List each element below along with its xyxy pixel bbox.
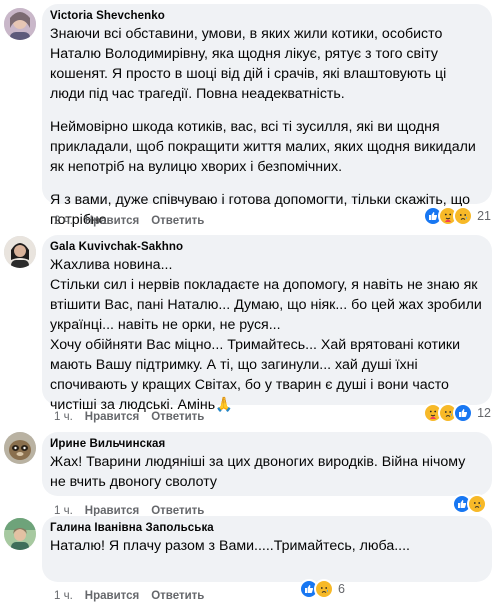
sad-icon: [453, 206, 474, 226]
comment-time[interactable]: 2 ч.: [54, 214, 73, 228]
avatar[interactable]: [4, 432, 36, 464]
reaction-count: 21: [477, 209, 491, 223]
sad-icon: [314, 579, 335, 599]
reply-button[interactable]: Ответить: [151, 589, 204, 603]
comment-time[interactable]: 1 ч.: [54, 589, 73, 603]
comment-time[interactable]: 1 ч.: [54, 410, 73, 424]
comment-actions: 1 ч. Нравится Ответить: [54, 589, 204, 603]
reaction-count: 12: [477, 406, 491, 420]
reply-button[interactable]: Ответить: [151, 410, 204, 424]
avatar[interactable]: [4, 8, 36, 40]
like-icon: [453, 403, 474, 423]
comment-paragraph: Знаючи всі обставини, умови, в яких жили…: [50, 26, 447, 102]
comment-author[interactable]: Галина Іванівна Запольська: [50, 521, 484, 536]
comment-author[interactable]: Ирине Вильчинская: [50, 437, 484, 452]
comment-paragraph: Наталю! Я плачу разом з Вами.....Тримайт…: [50, 538, 410, 554]
reaction-summary[interactable]: [452, 494, 491, 514]
like-button[interactable]: Нравится: [85, 410, 139, 424]
comment-bubble: Галина Іванівна Запольська Наталю! Я пла…: [42, 516, 492, 582]
reaction-summary[interactable]: 12: [423, 403, 491, 423]
comment-bubble: Ирине Вильчинская Жах! Тварини людяніші …: [42, 432, 492, 496]
reaction-count: 6: [338, 582, 345, 596]
comment-actions: 1 ч. Нравится Ответить: [54, 410, 204, 424]
sad-icon: [467, 494, 487, 514]
comment-paragraph: Жахлива новина... Стільки сил і нервів п…: [50, 257, 482, 413]
comment-actions: 2 ч. Нравится Ответить: [54, 214, 204, 228]
avatar[interactable]: [4, 236, 36, 268]
reply-button[interactable]: Ответить: [151, 214, 204, 228]
like-button[interactable]: Нравится: [85, 214, 139, 228]
comment-author[interactable]: Gala Kuvivchak-Sakhno: [50, 240, 484, 255]
comment-bubble: Gala Kuvivchak-Sakhno Жахлива новина... …: [42, 235, 492, 413]
comment-author[interactable]: Victoria Shevchenko: [50, 9, 484, 24]
reaction-summary[interactable]: 21: [423, 206, 491, 226]
like-button[interactable]: Нравится: [85, 589, 139, 603]
avatar[interactable]: [4, 518, 36, 550]
comment-paragraph: Неймовірно шкода котиків, вас, всі ті зу…: [50, 119, 476, 175]
comment-bubble: Victoria Shevchenko Знаючи всі обставини…: [42, 4, 492, 228]
comment-paragraph: Жах! Тварини людяніші за цих двоногих ви…: [50, 454, 466, 490]
reaction-summary[interactable]: 6: [299, 579, 345, 599]
